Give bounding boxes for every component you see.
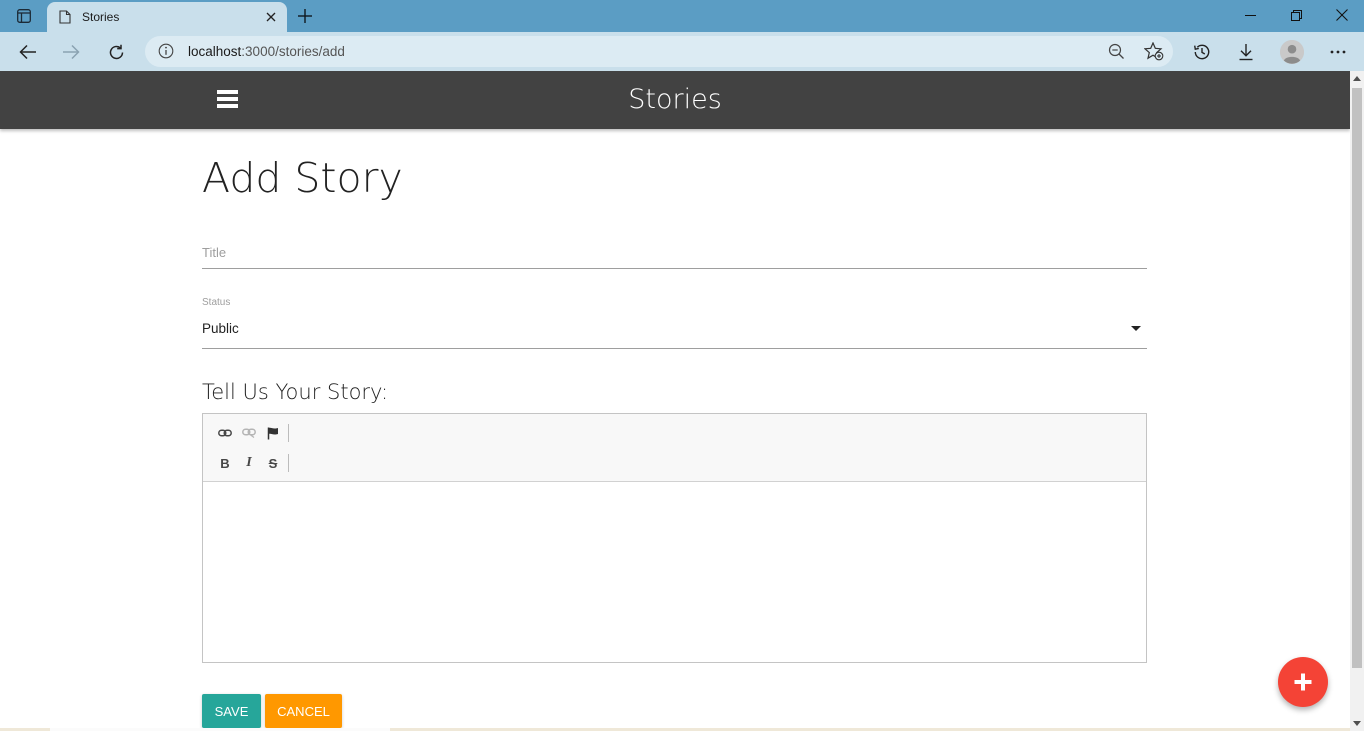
title-field[interactable] bbox=[202, 236, 1147, 269]
add-favorite-icon[interactable] bbox=[1144, 42, 1164, 61]
toolbar-row-format: B I S bbox=[213, 452, 289, 474]
app-navbar: Stories bbox=[0, 71, 1350, 129]
editor-toolbar: B I S bbox=[203, 414, 1146, 482]
page-title: Add Story bbox=[202, 154, 403, 202]
forward-icon bbox=[63, 44, 80, 60]
history-icon bbox=[1194, 44, 1210, 60]
toolbar-separator bbox=[288, 424, 289, 442]
more-button[interactable] bbox=[1322, 36, 1354, 68]
add-icon bbox=[1294, 673, 1312, 691]
forward-button[interactable] bbox=[55, 36, 87, 68]
toolbar-row-links bbox=[213, 422, 289, 444]
info-icon[interactable] bbox=[158, 43, 174, 59]
title-input[interactable] bbox=[202, 236, 1147, 268]
scroll-up-arrow-icon[interactable] bbox=[1353, 76, 1361, 81]
new-tab-button[interactable] bbox=[294, 5, 316, 27]
browser-tab[interactable]: Stories bbox=[47, 2, 287, 32]
back-button[interactable] bbox=[12, 36, 44, 68]
flag-icon bbox=[267, 427, 278, 439]
bold-button[interactable]: B bbox=[213, 452, 237, 474]
link-button[interactable] bbox=[213, 422, 237, 444]
history-button[interactable] bbox=[1186, 36, 1218, 68]
status-label: Status bbox=[202, 297, 231, 308]
add-story-fab[interactable] bbox=[1278, 657, 1328, 707]
caret-down-icon bbox=[1131, 326, 1141, 331]
sidebar-icon bbox=[17, 9, 31, 23]
save-button[interactable]: SAVE bbox=[202, 694, 261, 728]
cancel-button[interactable]: CANCEL bbox=[265, 694, 342, 728]
italic-button[interactable]: I bbox=[237, 452, 261, 474]
story-label: Tell Us Your Story: bbox=[202, 380, 389, 404]
restore-icon bbox=[1290, 9, 1302, 21]
more-icon bbox=[1330, 50, 1346, 54]
plus-icon bbox=[298, 9, 312, 23]
window-close-button[interactable] bbox=[1319, 0, 1364, 30]
minimize-button[interactable] bbox=[1227, 0, 1273, 30]
url-text[interactable]: localhost:3000/stories/add bbox=[188, 44, 345, 59]
address-bar[interactable]: localhost:3000/stories/add bbox=[145, 36, 1173, 67]
unlink-icon bbox=[242, 428, 256, 438]
minimize-icon bbox=[1244, 14, 1256, 16]
status-value: Public bbox=[202, 321, 239, 336]
brand-logo[interactable]: Stories bbox=[0, 84, 1350, 115]
browser-title-bar: Stories bbox=[0, 0, 1364, 32]
close-icon bbox=[1336, 9, 1348, 21]
zoom-out-icon[interactable] bbox=[1108, 43, 1125, 60]
profile-button[interactable] bbox=[1280, 40, 1304, 64]
profile-icon bbox=[1280, 40, 1304, 64]
tab-actions-button[interactable] bbox=[10, 5, 38, 27]
browser-toolbar: localhost:3000/stories/add bbox=[0, 32, 1364, 71]
download-icon bbox=[1239, 44, 1253, 61]
unlink-button[interactable] bbox=[237, 422, 261, 444]
vertical-scrollbar[interactable] bbox=[1350, 71, 1364, 731]
downloads-button[interactable] bbox=[1230, 36, 1262, 68]
editor-content-area[interactable] bbox=[203, 483, 1146, 662]
page-viewport: Stories Add Story Status Public Tell Us … bbox=[0, 71, 1350, 731]
anchor-button[interactable] bbox=[261, 422, 285, 444]
link-icon bbox=[218, 429, 232, 437]
rich-text-editor: B I S bbox=[202, 413, 1147, 663]
status-select[interactable]: Public bbox=[202, 314, 1147, 349]
tab-title: Stories bbox=[82, 10, 120, 24]
tab-close-button[interactable] bbox=[261, 7, 281, 27]
back-icon bbox=[19, 44, 36, 60]
page-icon bbox=[59, 10, 71, 24]
toolbar-separator bbox=[288, 454, 289, 472]
close-icon bbox=[266, 12, 276, 22]
strikethrough-button[interactable]: S bbox=[261, 452, 285, 474]
scroll-thumb[interactable] bbox=[1352, 88, 1362, 668]
restore-button[interactable] bbox=[1273, 0, 1319, 30]
scroll-down-arrow-icon[interactable] bbox=[1353, 721, 1361, 726]
refresh-icon bbox=[109, 44, 123, 59]
refresh-button[interactable] bbox=[100, 36, 132, 68]
